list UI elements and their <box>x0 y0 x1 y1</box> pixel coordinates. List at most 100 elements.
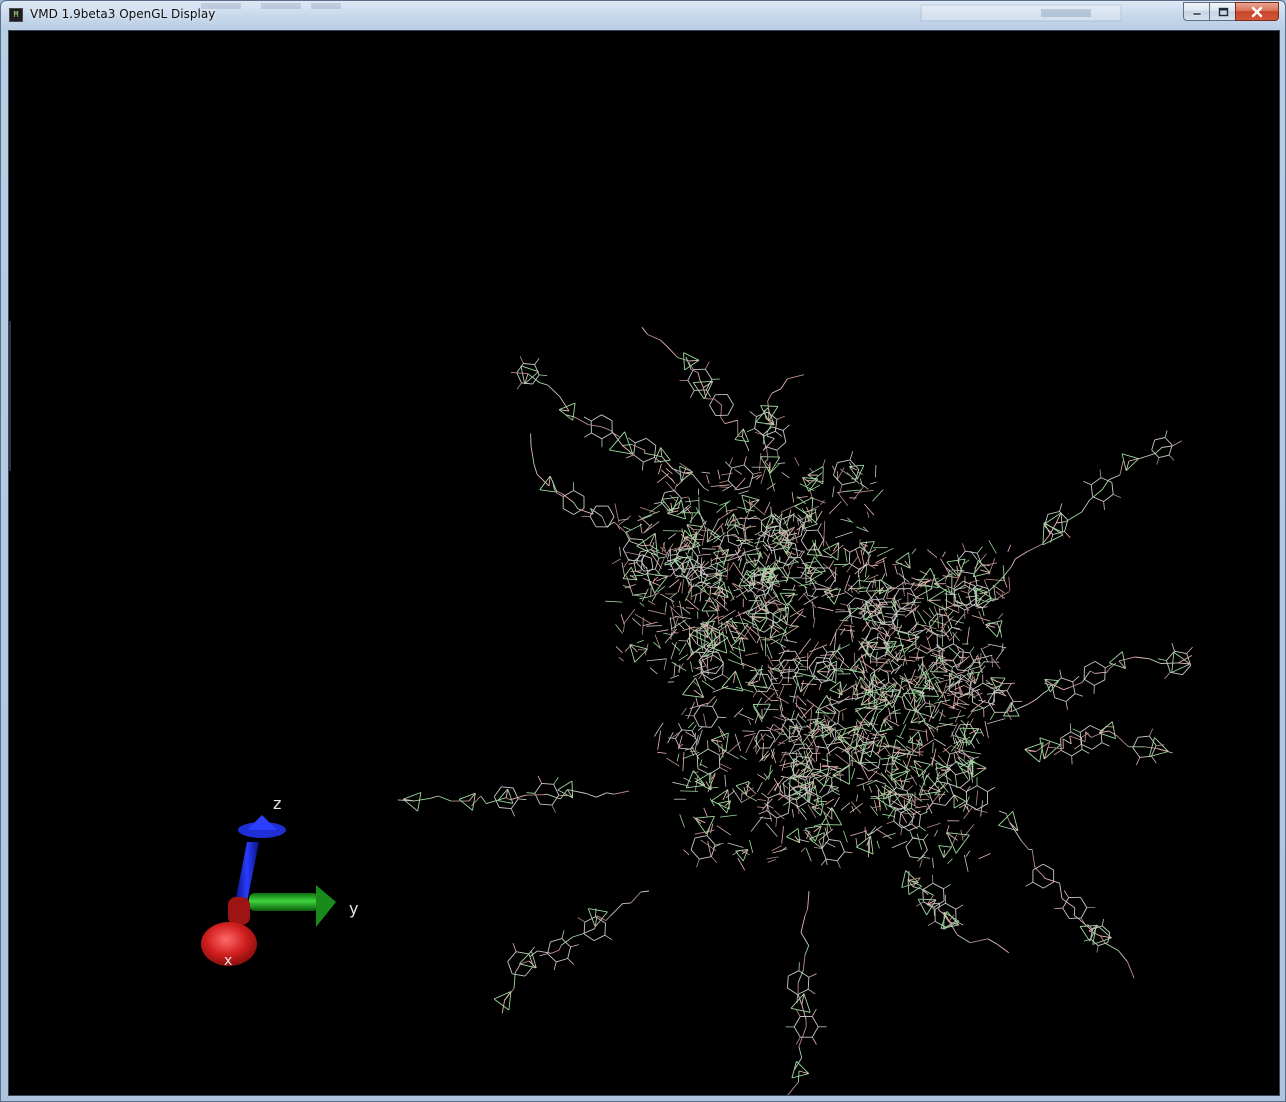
y-axis-shaft <box>249 893 319 911</box>
bond-line <box>847 517 854 524</box>
bond-line <box>974 661 982 664</box>
bond-line <box>726 562 729 581</box>
bond-line <box>632 617 642 627</box>
bond-line <box>870 769 886 778</box>
close-button[interactable] <box>1235 2 1279 21</box>
bond-line <box>818 539 825 550</box>
bond-line <box>959 727 980 730</box>
bond-line <box>711 674 723 681</box>
bond-line <box>839 772 841 782</box>
bond-line <box>595 908 597 917</box>
bond-line <box>966 785 978 792</box>
molecule-lines-representation[interactable] <box>397 327 1193 1095</box>
bond-line <box>1171 652 1175 673</box>
maximize-button[interactable] <box>1209 2 1235 21</box>
bond-line <box>727 531 730 543</box>
bond-line <box>828 501 842 515</box>
bond-line <box>864 554 872 565</box>
bond-line <box>779 784 782 794</box>
bond-line <box>868 785 873 793</box>
bond-line <box>397 799 415 802</box>
bond-line <box>918 814 921 827</box>
bond-line <box>681 729 693 732</box>
bond-line <box>782 424 790 431</box>
bond-line <box>764 692 776 704</box>
bond-line <box>865 581 872 592</box>
bond-line <box>978 853 991 860</box>
bond-line <box>976 785 988 792</box>
bond-line <box>654 502 662 505</box>
bond-line <box>1151 439 1156 451</box>
bond-line <box>1160 662 1179 664</box>
bond-line <box>719 767 728 772</box>
bond-line <box>810 497 814 518</box>
bond-line <box>653 722 664 737</box>
bond-line <box>737 611 746 629</box>
bond-line <box>943 846 952 858</box>
bond-line <box>955 690 963 694</box>
bond-line <box>682 607 691 615</box>
bond-line <box>948 646 962 659</box>
bond-line <box>697 553 711 556</box>
bond-line <box>881 690 901 693</box>
bond-line <box>934 583 953 595</box>
bond-line <box>832 643 851 654</box>
bond-line <box>833 796 840 808</box>
bond-line <box>567 789 587 794</box>
bond-line <box>1071 749 1083 757</box>
bond-line <box>835 531 853 539</box>
bond-line <box>1044 877 1060 884</box>
bond-line <box>1103 501 1105 510</box>
minimize-button[interactable] <box>1183 2 1209 21</box>
bond-line <box>725 503 728 515</box>
bond-line <box>923 833 929 841</box>
bond-line <box>1007 544 1012 552</box>
bond-line <box>557 780 573 791</box>
bond-line <box>1149 658 1161 664</box>
bond-line <box>1072 675 1080 683</box>
bond-line <box>660 339 668 348</box>
bond-line <box>547 953 557 963</box>
bond-line <box>842 562 850 568</box>
bond-line <box>743 464 754 475</box>
bond-line <box>965 850 971 857</box>
bond-line <box>847 597 856 606</box>
bond-line <box>757 773 766 780</box>
bond-line <box>942 643 954 650</box>
bond-line <box>738 490 749 495</box>
bond-line <box>583 416 592 422</box>
bond-line <box>713 552 725 565</box>
bond-line <box>809 708 813 728</box>
bond-line <box>1032 881 1044 889</box>
bond-line <box>1031 849 1036 868</box>
title-bar[interactable]: M VMD 1.9beta3 OpenGL Display <box>1 1 1285 30</box>
vmd-app-icon[interactable]: M <box>9 8 23 22</box>
bond-line <box>1090 732 1102 738</box>
bond-line <box>1065 511 1082 523</box>
bond-line <box>1009 822 1022 842</box>
bond-line <box>707 740 709 750</box>
bond-line <box>756 697 762 708</box>
bond-line <box>1011 702 1020 717</box>
bond-line <box>713 398 722 406</box>
bond-line <box>526 792 535 794</box>
bond-line <box>1157 658 1167 661</box>
bond-line <box>781 826 784 844</box>
bond-line <box>735 589 749 598</box>
bond-line <box>760 405 778 407</box>
bond-line <box>928 589 947 601</box>
bond-line <box>915 588 933 598</box>
bond-line <box>518 798 527 801</box>
bond-line <box>1108 474 1121 481</box>
bond-line <box>797 525 801 536</box>
bond-line <box>769 472 775 492</box>
bond-line <box>539 953 548 957</box>
bond-line <box>843 590 853 598</box>
bond-line <box>889 629 896 637</box>
bond-line <box>403 792 422 800</box>
bond-line <box>691 724 697 732</box>
bond-line <box>772 669 783 671</box>
bond-line <box>1151 755 1157 764</box>
opengl-display-canvas[interactable]: z y x <box>8 30 1280 1096</box>
bond-line <box>681 578 684 594</box>
